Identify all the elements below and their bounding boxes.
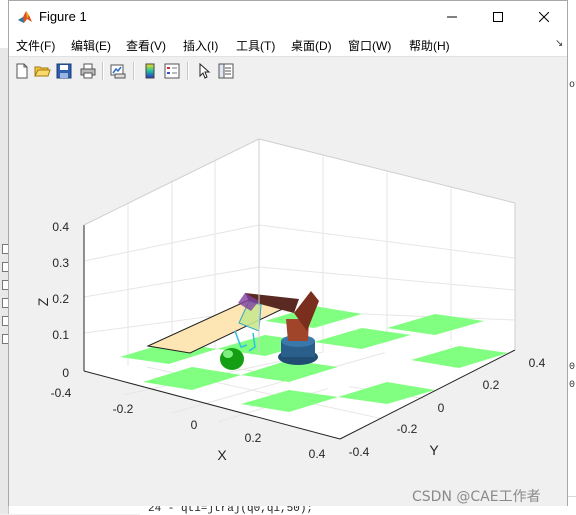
figure-toolbar bbox=[9, 56, 567, 86]
editor-right-edge bbox=[568, 48, 576, 514]
x-tick-label: 0.2 bbox=[245, 431, 262, 445]
close-icon bbox=[539, 11, 549, 22]
link-plot-icon[interactable] bbox=[109, 62, 127, 80]
window-title: Figure 1 bbox=[39, 9, 87, 24]
menu-file[interactable]: 文件(F) bbox=[16, 37, 55, 54]
maximize-icon bbox=[493, 11, 503, 22]
editor-snippet: 0 bbox=[569, 380, 576, 391]
x-tick-label: 0 bbox=[191, 418, 198, 432]
open-icon[interactable] bbox=[33, 62, 51, 80]
menu-view[interactable]: 查看(V) bbox=[126, 37, 166, 54]
figure-window: Figure 1 文件(F) 编辑(E) 查看(V) 插入(I) 工具(T) 桌… bbox=[8, 0, 568, 506]
y-tick-label: 0 bbox=[438, 401, 445, 415]
editor-snippet: 0 bbox=[569, 362, 576, 373]
green-sphere bbox=[220, 348, 244, 370]
menu-overflow-icon[interactable]: ↘ bbox=[555, 38, 563, 49]
z-tick-label: 0 bbox=[62, 366, 69, 380]
legend-icon[interactable] bbox=[163, 62, 181, 80]
z-tick-label: 0.3 bbox=[52, 256, 69, 270]
z-axis: 0.4 0.3 0.2 0.1 0 Z bbox=[35, 220, 69, 380]
x-tick-label: -0.2 bbox=[113, 402, 134, 416]
colorbar-icon[interactable] bbox=[141, 62, 159, 80]
y-tick-label: 0.4 bbox=[529, 356, 546, 370]
new-figure-icon[interactable] bbox=[13, 62, 31, 80]
menu-desktop[interactable]: 桌面(D) bbox=[291, 37, 332, 54]
x-tick-label: -0.4 bbox=[51, 386, 72, 400]
menu-tools[interactable]: 工具(T) bbox=[236, 37, 275, 54]
y-tick-label: 0.2 bbox=[483, 378, 500, 392]
toolbar-separator bbox=[187, 62, 189, 80]
y-tick-label: -0.2 bbox=[397, 422, 418, 436]
axes-3d[interactable]: 0.4 0.3 0.2 0.1 0 Z -0.4 -0.2 0 0.2 0.4 … bbox=[9, 85, 567, 506]
editor-snippet: of bbox=[569, 80, 576, 91]
y-tick-label: -0.4 bbox=[349, 445, 370, 459]
z-tick-label: 0.4 bbox=[52, 220, 69, 234]
toolbar-separator bbox=[133, 62, 135, 80]
close-button[interactable] bbox=[521, 1, 567, 32]
plot-area: 0.4 0.3 0.2 0.1 0 Z -0.4 -0.2 0 0.2 0.4 … bbox=[9, 85, 567, 506]
maximize-button[interactable] bbox=[475, 1, 521, 32]
menu-bar: 文件(F) 编辑(E) 查看(V) 插入(I) 工具(T) 桌面(D) 窗口(W… bbox=[9, 32, 567, 56]
menu-window[interactable]: 窗口(W) bbox=[348, 37, 391, 54]
x-tick-label: 0.4 bbox=[309, 447, 326, 461]
print-icon[interactable] bbox=[79, 62, 97, 80]
menu-help[interactable]: 帮助(H) bbox=[409, 37, 450, 54]
menu-edit[interactable]: 编辑(E) bbox=[71, 37, 111, 54]
x-axis-label: X bbox=[217, 447, 227, 463]
title-bar[interactable]: Figure 1 bbox=[9, 1, 567, 32]
minimize-button[interactable] bbox=[429, 1, 475, 32]
watermark: CSDN @CAE工作者 bbox=[412, 489, 541, 505]
matlab-logo-icon bbox=[17, 9, 33, 25]
property-inspector-icon[interactable] bbox=[217, 62, 235, 80]
z-tick-label: 0.2 bbox=[52, 292, 69, 306]
save-icon[interactable] bbox=[55, 62, 73, 80]
toolbar-separator bbox=[102, 62, 104, 80]
menu-insert[interactable]: 插入(I) bbox=[183, 37, 218, 54]
pointer-icon[interactable] bbox=[195, 62, 213, 80]
y-axis-label: Y bbox=[429, 442, 439, 458]
z-tick-label: 0.1 bbox=[52, 328, 69, 342]
minimize-icon bbox=[447, 16, 457, 17]
z-axis-label: Z bbox=[35, 297, 51, 306]
